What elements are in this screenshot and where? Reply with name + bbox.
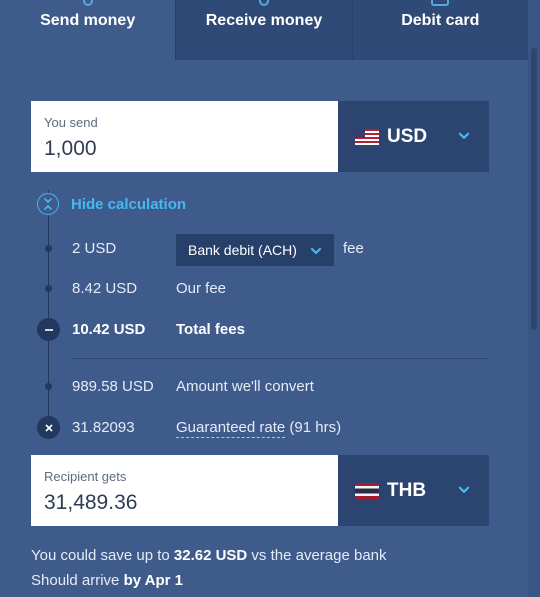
scrollbar[interactable] [528, 0, 540, 597]
convert-amount: 989.58 USD [72, 378, 154, 395]
recipient-currency-code: THB [387, 479, 427, 501]
us-flag-icon [355, 128, 379, 145]
hide-calculation-label: Hide calculation [71, 195, 187, 213]
convert-label: Amount we'll convert [176, 378, 314, 395]
minus-icon [37, 318, 60, 341]
our-fee-label: Our fee [176, 280, 227, 297]
recipient-amount-input[interactable]: 31,489.36 [44, 491, 137, 515]
savings-amount: 32.62 USD [173, 547, 248, 564]
send-amount-input[interactable]: 1,000 [44, 137, 97, 161]
rate-duration: (91 hrs) [289, 419, 342, 436]
debit-fee-amount: 2 USD [72, 240, 117, 257]
recipient-amount-field[interactable]: Recipient gets 31,489.36 [31, 455, 338, 526]
guaranteed-rate-row: Guaranteed rate (91 hrs) [176, 419, 342, 438]
tab-debit-card[interactable]: Debit card [351, 0, 528, 60]
tab-label: Receive money [205, 12, 323, 29]
fee-label: fee [343, 240, 364, 257]
scrollbar-thumb[interactable] [531, 48, 537, 330]
exchange-rate-value: 31.82093 [72, 419, 135, 436]
send-currency-code: USD [387, 125, 428, 147]
timeline-dot [45, 383, 52, 390]
divider [72, 358, 488, 359]
savings-note: You could save up to 32.62 USD vs the av… [31, 547, 387, 564]
recipient-amount-label: Recipient gets [44, 469, 127, 484]
guaranteed-rate-link[interactable]: Guaranteed rate [176, 419, 286, 438]
send-amount-label: You send [44, 115, 98, 130]
tab-receive-money[interactable]: Receive money [175, 0, 352, 60]
arrival-date: by Apr 1 [123, 572, 184, 589]
send-currency-select[interactable]: USD [338, 101, 489, 172]
tab-indicator-icon [258, 0, 269, 6]
chevron-down-icon [458, 132, 470, 139]
multiply-icon [37, 416, 60, 439]
savings-prefix: You could save up to [31, 547, 174, 564]
chevron-down-icon [458, 486, 470, 493]
th-flag-icon [355, 482, 379, 499]
tab-bar: Send money Receive money Debit card [0, 0, 528, 60]
total-fees-amount: 10.42 USD [72, 321, 146, 338]
tab-indicator-icon [82, 0, 93, 6]
arrival-note: Should arrive by Apr 1 [31, 572, 183, 589]
timeline-dot [45, 245, 52, 252]
total-fees-label: Total fees [176, 321, 245, 338]
calculation-timeline [48, 190, 49, 430]
chevron-down-icon [310, 247, 322, 255]
tab-send-money[interactable]: Send money [0, 0, 175, 60]
collapse-icon [37, 193, 59, 215]
payment-method-value: Bank debit (ACH) [188, 242, 297, 258]
savings-suffix: vs the average bank [247, 547, 387, 564]
recipient-currency-select[interactable]: THB [338, 455, 489, 526]
recipient-amount-group: Recipient gets 31,489.36 THB [31, 455, 489, 526]
send-amount-field[interactable]: You send 1,000 [31, 101, 338, 172]
our-fee-amount: 8.42 USD [72, 280, 138, 297]
hide-calculation-button[interactable]: Hide calculation [37, 193, 186, 215]
timeline-dot [45, 285, 52, 292]
send-amount-group: You send 1,000 USD [31, 101, 489, 172]
arrival-prefix: Should arrive [31, 572, 124, 589]
card-icon [431, 0, 450, 6]
tab-label: Send money [40, 12, 136, 29]
tab-label: Debit card [401, 12, 480, 29]
payment-method-select[interactable]: Bank debit (ACH) [176, 234, 334, 266]
